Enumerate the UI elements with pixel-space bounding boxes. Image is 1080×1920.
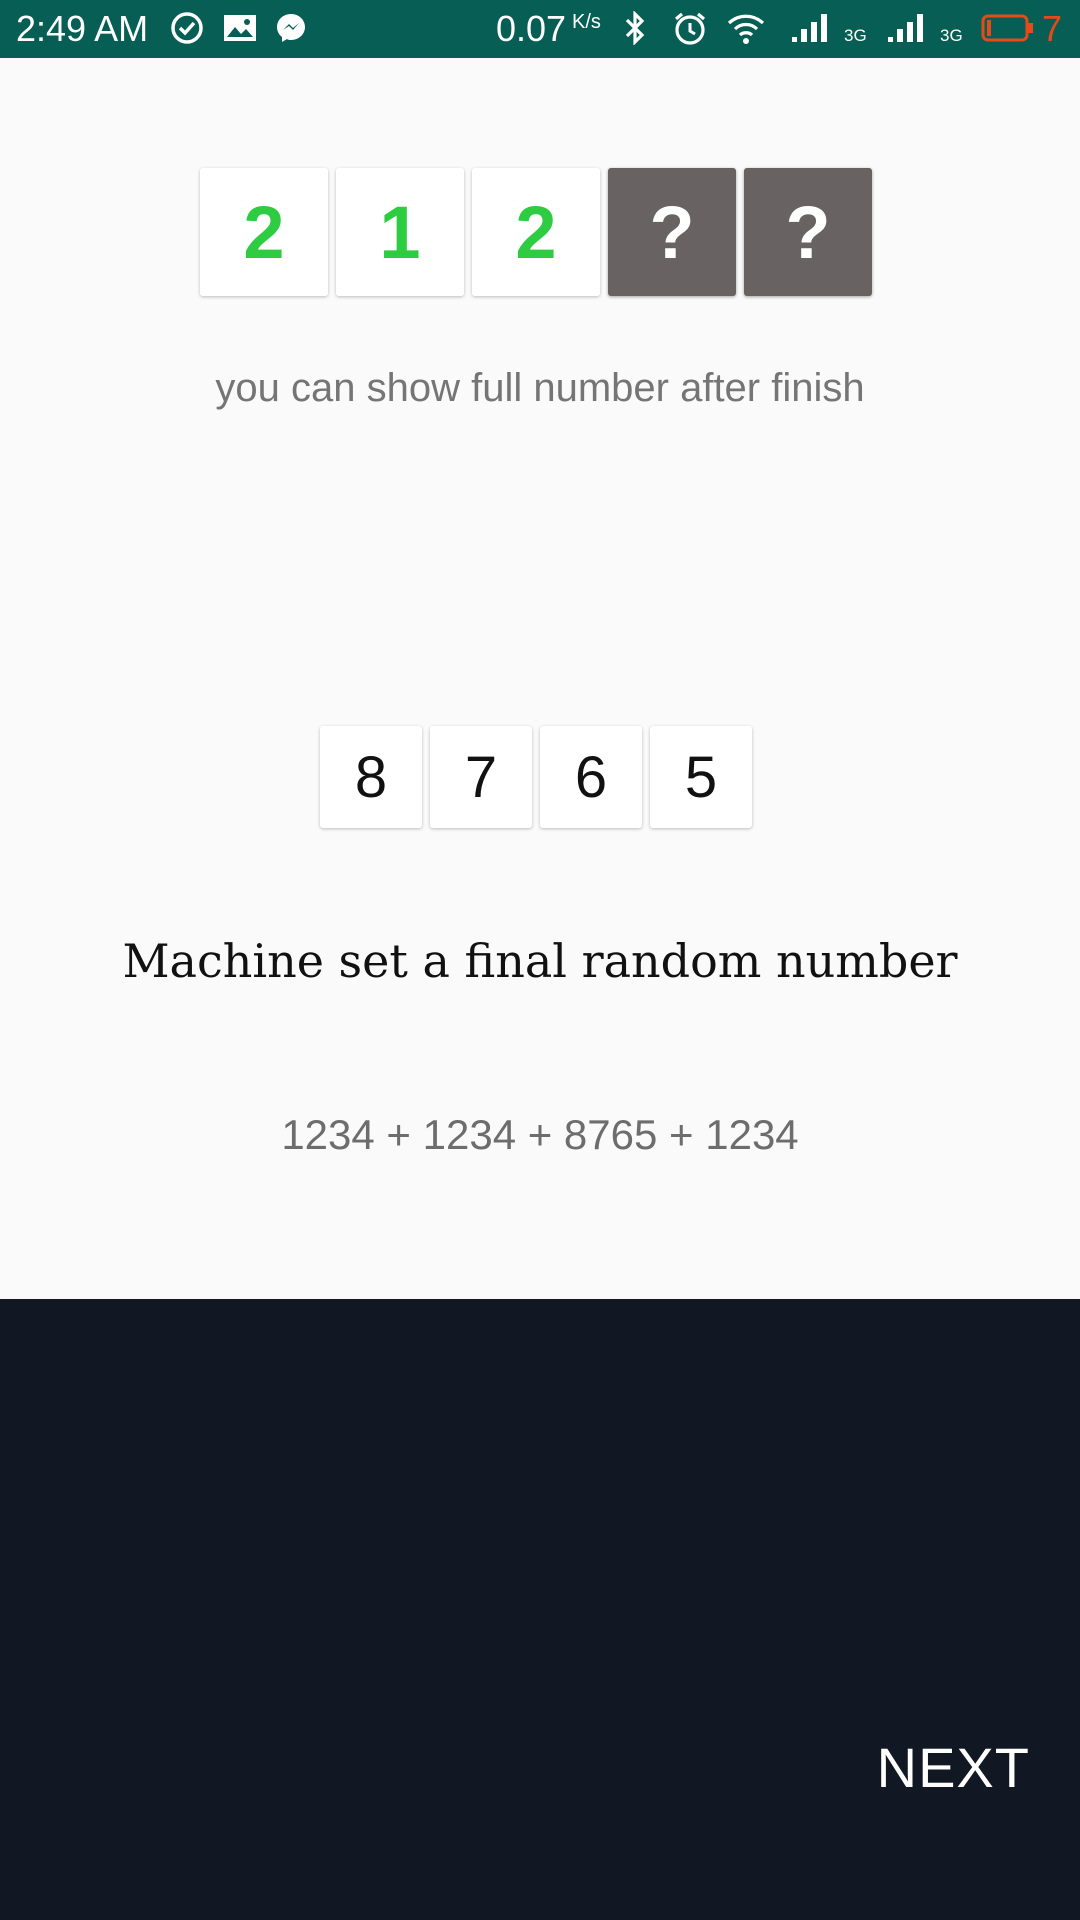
- guess-digit: 2: [472, 168, 600, 296]
- hidden-digit: ?: [608, 168, 736, 296]
- battery-icon: [980, 11, 1036, 45]
- hidden-digit: ?: [744, 168, 872, 296]
- machine-digit: 6: [540, 726, 642, 828]
- check-circle-icon: [170, 11, 204, 45]
- guess-digit: 1: [336, 168, 464, 296]
- network-speed: 0.07: [496, 8, 567, 49]
- machine-digit: 8: [320, 726, 422, 828]
- network-type-1: 3G: [844, 26, 867, 45]
- signal-icon: [886, 11, 923, 45]
- status-time: 2:49 AM: [16, 8, 149, 49]
- signal-icon: [790, 11, 827, 45]
- status-bar: 2:49 AM 0.07 K/s 3G 3G 7: [0, 0, 1080, 58]
- machine-title: Machine set a final random number: [122, 934, 958, 988]
- screen: 2:49 AM 0.07 K/s 3G 3G 7 2 1 2 ? ? you c…: [0, 0, 1080, 1920]
- bluetooth-icon: [620, 10, 654, 46]
- bottom-panel: [0, 1299, 1080, 1920]
- alarm-icon: [672, 11, 706, 45]
- network-speed-unit: K/s: [572, 11, 601, 33]
- machine-digit: 7: [430, 726, 532, 828]
- machine-digit: 5: [650, 726, 752, 828]
- messenger-icon: [274, 11, 308, 45]
- guess-digit: 2: [200, 168, 328, 296]
- battery-level: 7: [1042, 8, 1063, 49]
- formula-text: 1234 + 1234 + 8765 + 1234: [281, 1111, 799, 1158]
- network-type-2: 3G: [940, 26, 963, 45]
- gallery-icon: [222, 11, 256, 45]
- hint-text: you can show full number after finish: [215, 366, 865, 410]
- wifi-icon: [726, 11, 765, 45]
- next-button[interactable]: NEXT: [869, 1726, 1038, 1810]
